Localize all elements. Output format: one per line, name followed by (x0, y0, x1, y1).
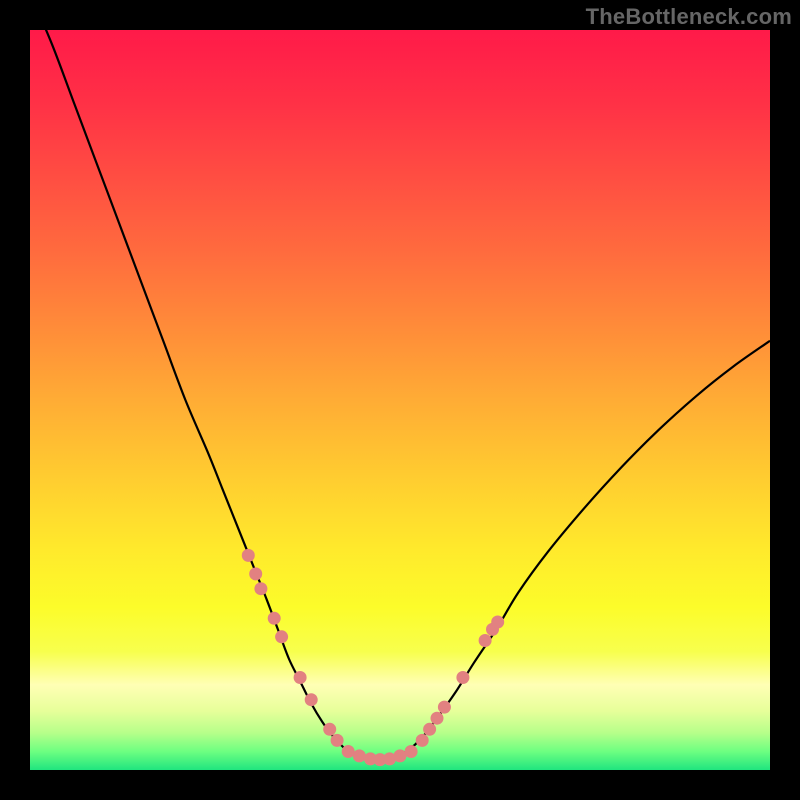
highlight-dot (331, 734, 344, 747)
highlight-dot (342, 745, 355, 758)
curve-layer (30, 30, 770, 770)
highlight-dot (275, 630, 288, 643)
chart-stage: TheBottleneck.com (0, 0, 800, 800)
highlight-dot (405, 745, 418, 758)
highlight-dot (294, 671, 307, 684)
highlight-dot (353, 749, 366, 762)
highlight-dot (491, 616, 504, 629)
highlight-dot (249, 567, 262, 580)
highlight-dot (431, 712, 444, 725)
highlight-dot (456, 671, 469, 684)
highlight-dot (242, 549, 255, 562)
highlight-dot (268, 612, 281, 625)
highlight-dot (438, 701, 451, 714)
highlight-dot (423, 723, 436, 736)
plot-area (30, 30, 770, 770)
highlight-dot (254, 582, 267, 595)
highlight-dot (394, 749, 407, 762)
bottleneck-curve (30, 30, 770, 760)
highlight-dots (242, 549, 504, 766)
highlight-dot (479, 634, 492, 647)
watermark-text: TheBottleneck.com (586, 4, 792, 30)
highlight-dot (305, 693, 318, 706)
highlight-dot (416, 734, 429, 747)
highlight-dot (323, 723, 336, 736)
